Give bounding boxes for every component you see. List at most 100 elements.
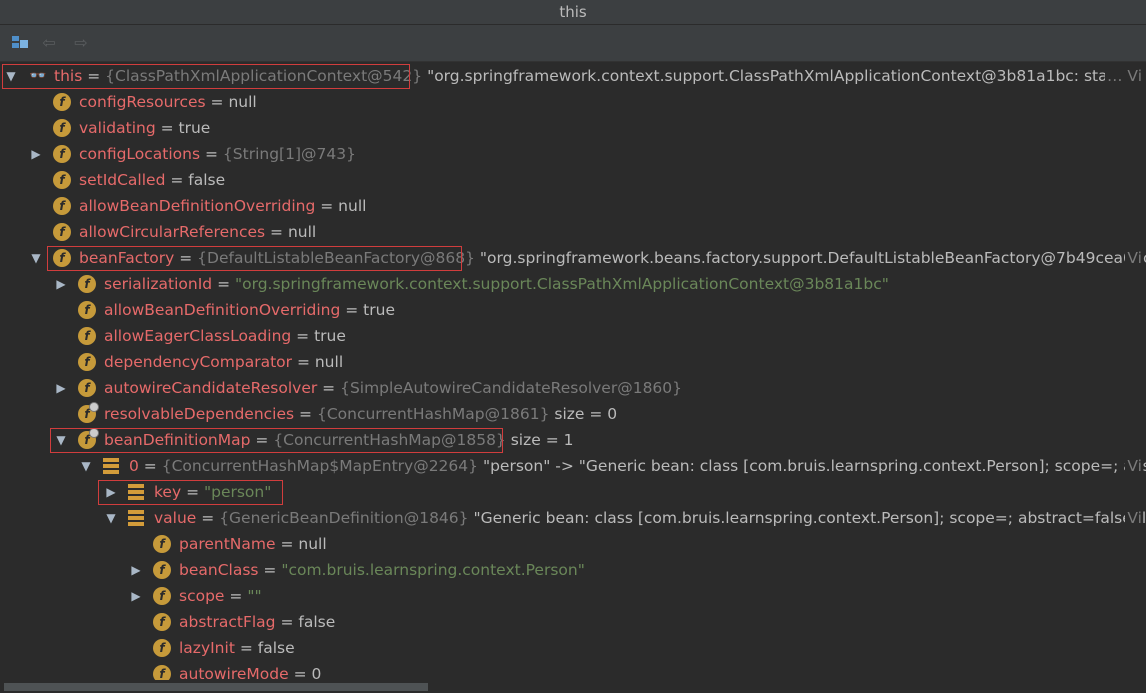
highlight-box <box>2 64 410 89</box>
variable-name: 0 <box>129 457 139 475</box>
field-icon: f <box>153 639 171 657</box>
expand-arrow-icon[interactable]: ▶ <box>129 557 143 583</box>
tree-row[interactable]: ▼ 0 = {ConcurrentHashMap$MapEntry@2264} "… <box>0 453 1146 479</box>
tree-row[interactable]: f configResources = null <box>0 89 1146 115</box>
tree-row[interactable]: f allowEagerClassLoading = true <box>0 323 1146 349</box>
tree-row[interactable]: f abstractFlag = false <box>0 609 1146 635</box>
tree-row[interactable]: f validating = true <box>0 115 1146 141</box>
view-link[interactable]: Vi <box>1125 245 1142 271</box>
field-icon: f <box>53 119 71 137</box>
frames-icon[interactable] <box>9 32 31 54</box>
expand-arrow-icon[interactable]: ▶ <box>54 375 68 401</box>
field-icon: f <box>78 327 96 345</box>
row-text: autowireMode = 0 <box>179 661 321 680</box>
equals-sign: = <box>258 561 282 579</box>
view-link[interactable]: Vi <box>1125 453 1142 479</box>
collapse-arrow-icon[interactable]: ▼ <box>29 245 43 271</box>
row-text: lazyInit = false <box>179 635 295 661</box>
equals-sign: = <box>340 301 364 319</box>
equals-sign: = <box>275 535 299 553</box>
variable-value: false <box>257 639 295 657</box>
object-reference: {GenericBeanDefinition@1846} <box>219 509 469 527</box>
string-value: "com.bruis.learnspring.context.Person" <box>281 561 585 579</box>
highlight-box <box>50 428 503 453</box>
tree-row[interactable]: ▶ f scope = "" <box>0 583 1146 609</box>
row-text: allowBeanDefinitionOverriding = null <box>79 193 366 219</box>
field-icon: f <box>53 171 71 189</box>
row-text: parentName = null <box>179 531 327 557</box>
map-entry-icon <box>103 458 119 474</box>
collapse-arrow-icon[interactable]: ▼ <box>104 505 118 531</box>
variable-name: beanClass <box>179 561 259 579</box>
variable-value: "person" -> "Generic bean: class [com.br… <box>478 457 1146 475</box>
equals-sign: = <box>315 197 339 215</box>
variable-name: dependencyComparator <box>104 353 293 371</box>
highlight-box <box>98 480 283 505</box>
tree-row[interactable]: ▶ f autowireCandidateResolver = {SimpleAut… <box>0 375 1146 401</box>
equals-sign: = <box>196 509 220 527</box>
equals-sign: = <box>317 379 341 397</box>
variable-name: autowireMode <box>179 665 289 680</box>
object-reference: {String[1]@743} <box>222 145 356 163</box>
tree-row[interactable]: ▶ f beanClass = "com.bruis.learnspring.con… <box>0 557 1146 583</box>
tree-row[interactable]: f allowBeanDefinitionOverriding = null <box>0 193 1146 219</box>
variable-value: false <box>188 171 226 189</box>
equals-sign: = <box>205 93 229 111</box>
variable-value: null <box>298 535 327 553</box>
row-text: configLocations = {String[1]@743} <box>79 141 356 167</box>
row-text: allowCircularReferences = null <box>79 219 316 245</box>
field-icon: f <box>78 301 96 319</box>
forward-arrow-icon[interactable]: ⇨ <box>70 32 92 54</box>
window-title: this <box>0 0 1146 25</box>
equals-sign: = <box>200 145 223 163</box>
tree-row[interactable]: f autowireMode = 0 <box>0 661 1146 680</box>
expand-arrow-icon[interactable]: ▶ <box>29 141 43 167</box>
tree-row[interactable]: ▶ f serializationId = "org.springframework… <box>0 271 1146 297</box>
variable-value: true <box>363 301 395 319</box>
equals-sign: = <box>155 119 179 137</box>
view-link[interactable]: … Vi <box>1105 63 1142 89</box>
tree-row[interactable]: f parentName = null <box>0 531 1146 557</box>
tree-row[interactable]: ▶ f configLocations = {String[1]@743} <box>0 141 1146 167</box>
scrollbar-thumb[interactable] <box>4 683 428 691</box>
equals-sign: = <box>288 665 312 680</box>
expand-arrow-icon[interactable]: ▶ <box>54 271 68 297</box>
variable-value: "Generic bean: class [com.bruis.learnspr… <box>468 509 1146 527</box>
tree-row[interactable]: f allowCircularReferences = null <box>0 219 1146 245</box>
equals-sign: = <box>234 639 258 657</box>
variable-name: configLocations <box>79 145 201 163</box>
field-icon: f <box>53 145 71 163</box>
collapse-arrow-icon[interactable]: ▼ <box>79 453 93 479</box>
variable-value: null <box>228 93 257 111</box>
variable-value: false <box>298 613 336 631</box>
tree-row[interactable]: f allowBeanDefinitionOverriding = true <box>0 297 1146 323</box>
field-icon: f <box>78 379 96 397</box>
field-icon: f <box>53 197 71 215</box>
tree-row[interactable]: f resolvableDependencies = {ConcurrentHas… <box>0 401 1146 427</box>
tree-row[interactable]: f dependencyComparator = null <box>0 349 1146 375</box>
variable-value: "org.springframework.context.support.Cla… <box>422 67 1140 85</box>
map-entry-icon <box>128 510 144 526</box>
object-reference: {ConcurrentHashMap$MapEntry@2264} <box>161 457 479 475</box>
row-text: value = {GenericBeanDefinition@1846} "Ge… <box>154 505 1146 531</box>
row-text: allowBeanDefinitionOverriding = true <box>104 297 395 323</box>
row-text: dependencyComparator = null <box>104 349 343 375</box>
tree-row[interactable]: ▼ value = {GenericBeanDefinition@1846} "G… <box>0 505 1146 531</box>
variable-name: allowCircularReferences <box>79 223 266 241</box>
view-link[interactable]: Vi <box>1125 505 1142 531</box>
variable-name: lazyInit <box>179 639 235 657</box>
object-reference: {SimpleAutowireCandidateResolver@1860} <box>340 379 683 397</box>
variables-tree[interactable]: ▼ 👓 this = {ClassPathXmlApplicationContext… <box>0 62 1146 680</box>
equals-sign: = <box>292 353 315 371</box>
equals-sign: = <box>291 327 315 345</box>
variable-name: configResources <box>79 93 206 111</box>
back-arrow-icon[interactable]: ⇦ <box>38 32 60 54</box>
tree-row[interactable]: f lazyInit = false <box>0 635 1146 661</box>
tree-row[interactable]: f setIdCalled = false <box>0 167 1146 193</box>
field-icon: f <box>53 93 71 111</box>
field-icon: f <box>78 353 96 371</box>
expand-arrow-icon[interactable]: ▶ <box>129 583 143 609</box>
horizontal-scrollbar[interactable] <box>0 680 1146 693</box>
string-value: "org.springframework.context.support.Cla… <box>234 275 889 293</box>
variable-value: null <box>338 197 367 215</box>
